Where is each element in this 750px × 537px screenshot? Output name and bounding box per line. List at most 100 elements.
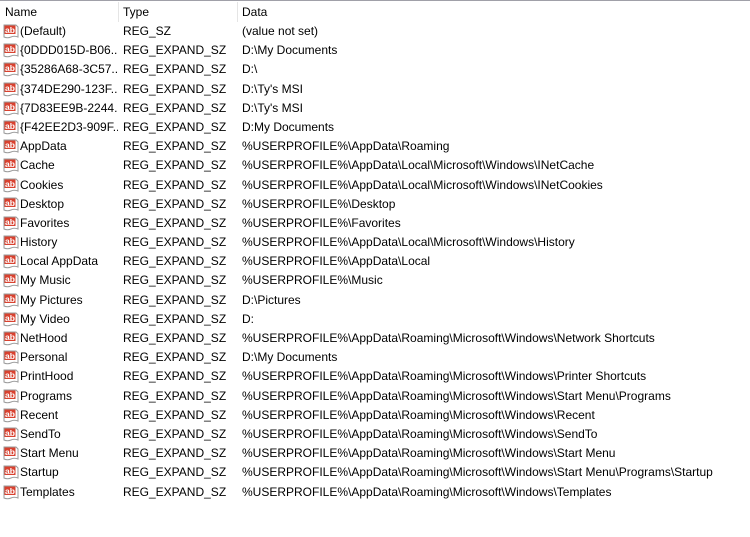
svg-text:ab: ab (5, 313, 15, 323)
value-name[interactable]: PrintHood (20, 367, 118, 386)
table-row[interactable]: ab SendTo REG_EXPAND_SZ %USERPROFILE%\AppDa… (0, 425, 750, 444)
value-name[interactable]: Templates (20, 483, 118, 502)
string-value-icon: ab (3, 158, 19, 173)
string-value-icon: ab (3, 120, 19, 135)
value-data: %USERPROFILE%\Desktop (242, 196, 396, 211)
value-name[interactable]: {35286A68-3C57... (20, 60, 118, 79)
value-name[interactable]: My Video (20, 310, 118, 329)
value-type: REG_EXPAND_SZ (123, 215, 227, 230)
value-type: REG_EXPAND_SZ (123, 235, 227, 250)
svg-text:ab: ab (5, 390, 15, 400)
svg-text:ab: ab (5, 428, 15, 438)
column-divider[interactable] (118, 2, 119, 22)
table-row[interactable]: ab Recent REG_EXPAND_SZ %USERPROFILE%\AppDa… (0, 406, 750, 425)
list-header: Name Type Data (0, 1, 750, 22)
value-name[interactable]: Recent (20, 406, 118, 425)
value-name[interactable]: (Default) (20, 22, 118, 41)
table-row[interactable]: ab NetHood REG_EXPAND_SZ %USERPROFILE%\AppD… (0, 329, 750, 348)
value-name[interactable]: Desktop (20, 195, 118, 214)
table-row[interactable]: ab Cookies REG_EXPAND_SZ %USERPROFILE%\AppD… (0, 176, 750, 195)
value-name[interactable]: {374DE290-123F... (20, 80, 118, 99)
value-data: %USERPROFILE%\AppData\Roaming\Microsoft\… (242, 465, 713, 480)
value-name[interactable]: AppData (20, 137, 118, 156)
value-data: D:\My Documents (242, 43, 338, 58)
value-name[interactable]: Cookies (20, 176, 118, 195)
value-type: REG_SZ (123, 24, 172, 38)
value-name[interactable]: Local AppData (20, 252, 118, 271)
table-row[interactable]: ab Start Menu REG_EXPAND_SZ %USERPROFILE%\A… (0, 444, 750, 463)
string-value-icon: ab (3, 427, 19, 442)
value-type: REG_EXPAND_SZ (123, 43, 227, 58)
string-value-icon: ab (3, 312, 19, 327)
value-type: REG_EXPAND_SZ (123, 100, 227, 115)
column-header-type[interactable]: Type (123, 1, 149, 22)
table-row[interactable]: ab Programs REG_EXPAND_SZ %USERPROFILE%\App… (0, 387, 750, 406)
table-row[interactable]: ab {0DDD015D-B06... REG_EXPAND_SZ D:\My Doc… (0, 41, 750, 60)
string-value-icon: ab (3, 197, 19, 212)
value-name[interactable]: {F42EE2D3-909F... (20, 118, 118, 137)
value-type: REG_EXPAND_SZ (123, 158, 227, 173)
svg-text:ab: ab (5, 25, 15, 35)
table-row[interactable]: ab My Pictures REG_EXPAND_SZ D:\Pictures (0, 291, 750, 310)
string-value-icon: ab (3, 82, 19, 97)
string-value-icon: ab (3, 331, 19, 346)
string-value-icon: ab (3, 293, 19, 308)
svg-text:ab: ab (5, 236, 15, 246)
svg-text:ab: ab (5, 332, 15, 342)
table-row[interactable]: ab Local AppData REG_EXPAND_SZ %USERPROFILE… (0, 252, 750, 271)
table-row[interactable]: ab History REG_EXPAND_SZ %USERPROFILE%\AppD… (0, 233, 750, 252)
value-name[interactable]: My Music (20, 271, 118, 290)
value-name[interactable]: Personal (20, 348, 118, 367)
svg-text:ab: ab (5, 44, 15, 54)
table-row[interactable]: ab {7D83EE9B-2244... REG_EXPAND_SZ D:\Ty's … (0, 99, 750, 118)
table-row[interactable]: ab Desktop REG_EXPAND_SZ %USERPROFILE%\Desk… (0, 195, 750, 214)
value-name[interactable]: Cache (20, 156, 118, 175)
value-data: %USERPROFILE%\Music (242, 273, 383, 288)
column-header-data[interactable]: Data (242, 1, 267, 22)
table-row[interactable]: ab {35286A68-3C57... REG_EXPAND_SZ D:\ (0, 60, 750, 79)
table-row[interactable]: ab PrintHood REG_EXPAND_SZ %USERPROFILE%\Ap… (0, 367, 750, 386)
value-name[interactable]: {7D83EE9B-2244... (20, 99, 118, 118)
value-name[interactable]: My Pictures (20, 291, 118, 310)
svg-text:ab: ab (5, 198, 15, 208)
value-type: REG_EXPAND_SZ (123, 331, 227, 345)
table-row[interactable]: ab My Music REG_EXPAND_SZ %USERPROFILE%\Mus… (0, 271, 750, 290)
value-data: D: (242, 311, 254, 326)
table-row[interactable]: ab {374DE290-123F... REG_EXPAND_SZ D:\Ty's … (0, 80, 750, 99)
value-type: REG_EXPAND_SZ (123, 119, 227, 134)
string-value-icon: ab (3, 43, 19, 58)
value-data: D:\ (242, 62, 258, 77)
table-row[interactable]: ab Startup REG_EXPAND_SZ %USERPROFILE%\AppD… (0, 463, 750, 482)
registry-values-list: ab (Default) REG_SZ (value not set) ab {0DDD0… (0, 22, 750, 502)
table-row[interactable]: ab Cache REG_EXPAND_SZ %USERPROFILE%\AppDat… (0, 156, 750, 175)
table-row[interactable]: ab Personal REG_EXPAND_SZ D:\My Documents (0, 348, 750, 367)
value-name[interactable]: Startup (20, 463, 118, 482)
value-type: REG_EXPAND_SZ (123, 407, 227, 422)
column-divider[interactable] (237, 2, 238, 22)
value-type: REG_EXPAND_SZ (123, 81, 227, 96)
column-header-name[interactable]: Name (5, 1, 37, 22)
value-name[interactable]: Start Menu (20, 444, 118, 463)
table-row[interactable]: ab Templates REG_EXPAND_SZ %USERPROFILE%\Ap… (0, 483, 750, 502)
value-type: REG_EXPAND_SZ (123, 196, 227, 211)
table-row[interactable]: ab My Video REG_EXPAND_SZ D: (0, 310, 750, 329)
string-value-icon: ab (3, 24, 19, 39)
string-value-icon: ab (3, 216, 19, 231)
value-name[interactable]: {0DDD015D-B06... (20, 41, 118, 60)
table-row[interactable]: ab Favorites REG_EXPAND_SZ %USERPROFILE%\Fa… (0, 214, 750, 233)
value-name[interactable]: SendTo (20, 425, 118, 444)
value-name[interactable]: NetHood (20, 329, 118, 348)
table-row[interactable]: ab AppData REG_EXPAND_SZ %USERPROFILE%\AppD… (0, 137, 750, 156)
value-name[interactable]: Programs (20, 387, 118, 406)
value-data: %USERPROFILE%\AppData\Roaming\Microsoft\… (242, 388, 671, 403)
value-data: %USERPROFILE%\AppData\Local\Microsoft\Wi… (242, 158, 595, 173)
table-row[interactable]: ab (Default) REG_SZ (value not set) (0, 22, 750, 41)
table-row[interactable]: ab {F42EE2D3-909F... REG_EXPAND_SZ D:My Doc… (0, 118, 750, 137)
value-name[interactable]: Favorites (20, 214, 118, 233)
value-name[interactable]: History (20, 233, 118, 252)
value-type: REG_EXPAND_SZ (123, 254, 227, 269)
string-value-icon: ab (3, 62, 19, 77)
svg-text:ab: ab (5, 102, 15, 112)
value-data: %USERPROFILE%\AppData\Roaming\Microsoft\… (242, 446, 616, 461)
string-value-icon: ab (3, 235, 19, 250)
